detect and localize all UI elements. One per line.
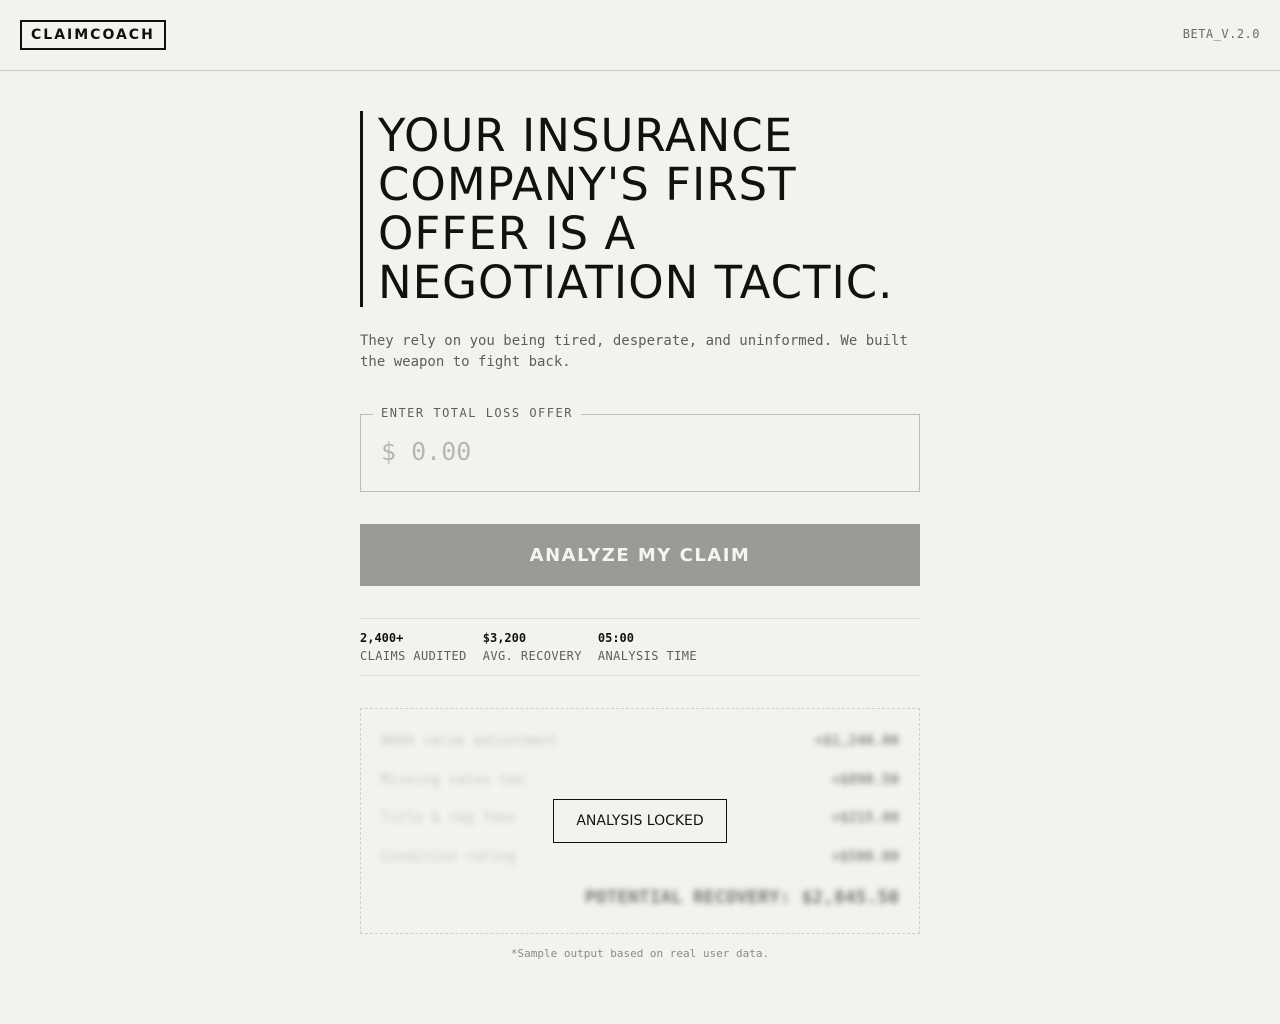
stat-value: $3,200 bbox=[482, 631, 527, 645]
preview-row-label: Missing sales tax bbox=[381, 771, 525, 788]
stat-label: AVG. RECOVERY bbox=[482, 649, 582, 663]
preview-row: NADA value adjustment +$1,240.00 bbox=[381, 731, 899, 770]
headline: YOUR INSURANCE COMPANY'S FIRST OFFER IS … bbox=[360, 111, 920, 307]
preview-row: Condition rating +$500.00 bbox=[381, 847, 899, 886]
offer-field[interactable]: ENTER TOTAL LOSS OFFER bbox=[360, 406, 920, 492]
offer-field-label: ENTER TOTAL LOSS OFFER bbox=[373, 406, 581, 420]
subheadline: They rely on you being tired, desperate,… bbox=[360, 333, 908, 370]
stat-claims-audited: 2,400+ CLAIMS AUDITED bbox=[360, 631, 467, 675]
top-bar: CLAIMCOACH BETA_V.2.0 bbox=[0, 0, 1280, 71]
stat-label: ANALYSIS TIME bbox=[597, 649, 697, 663]
logo[interactable]: CLAIMCOACH bbox=[20, 20, 166, 50]
preview-row-label: NADA value adjustment bbox=[381, 733, 559, 749]
preview-row-amount: +$500.00 bbox=[831, 848, 899, 865]
main-content: YOUR INSURANCE COMPANY'S FIRST OFFER IS … bbox=[360, 111, 920, 960]
preview-row-amount: +$215.00 bbox=[831, 810, 899, 826]
version-label: BETA_V.2.0 bbox=[1182, 27, 1260, 41]
analysis-locked-badge[interactable]: ANALYSIS LOCKED bbox=[553, 799, 727, 843]
footnote: *Sample output based on real user data. bbox=[510, 947, 770, 960]
preview-total: POTENTIAL RECOVERY: $2,845.50 bbox=[584, 887, 899, 908]
locked-analysis-preview: NADA value adjustment +$1,240.00 Missing… bbox=[360, 708, 920, 934]
preview-row-label: Title & reg fees bbox=[381, 810, 516, 826]
preview-row-amount: +$1,240.00 bbox=[814, 733, 899, 749]
preview-row-label: Condition rating bbox=[381, 848, 516, 865]
stat-avg-recovery: $3,200 AVG. RECOVERY bbox=[483, 631, 582, 675]
stat-value: 05:00 bbox=[597, 631, 634, 645]
stat-label: CLAIMS AUDITED bbox=[360, 649, 467, 663]
stat-value: 2,400+ bbox=[360, 631, 404, 645]
stats-bar: 2,400+ CLAIMS AUDITED $3,200 AVG. RECOVE… bbox=[360, 618, 920, 676]
analyze-button[interactable]: ANALYZE MY CLAIM bbox=[360, 524, 920, 586]
stat-analysis-time: 05:00 ANALYSIS TIME bbox=[598, 631, 697, 675]
preview-row-amount: +$890.50 bbox=[831, 771, 899, 788]
offer-input[interactable] bbox=[381, 437, 881, 466]
